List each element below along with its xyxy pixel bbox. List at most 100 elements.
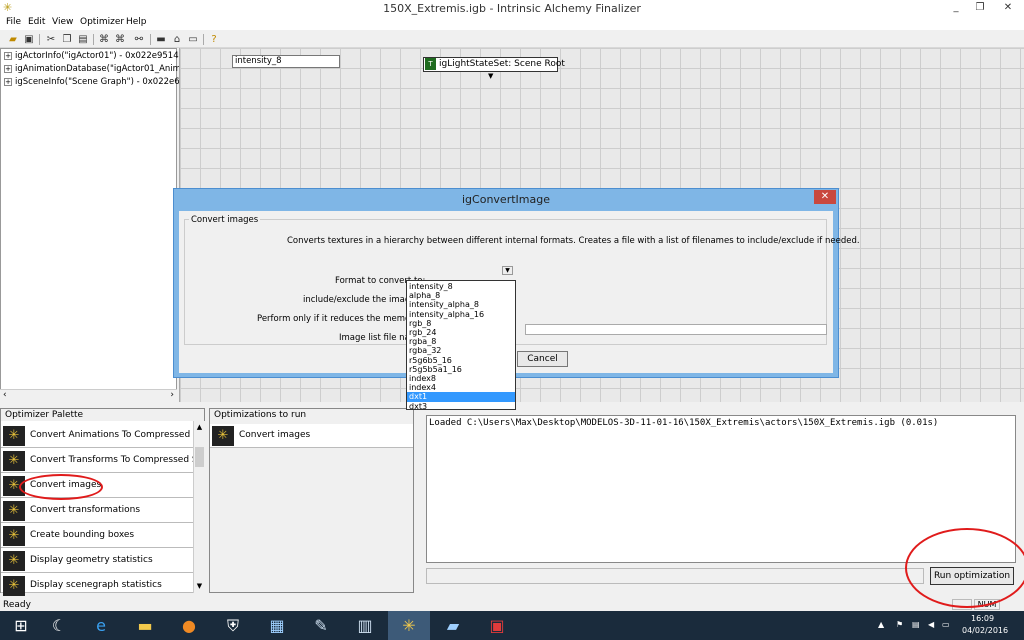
tree-item[interactable]: + igActorInfo("igActor01") - 0x022e9514 <box>4 51 179 63</box>
expand-icon[interactable]: + <box>4 51 12 60</box>
batman-app-icon[interactable]: ☾ <box>38 611 80 640</box>
palette-item-label: Create bounding boxes <box>30 530 135 540</box>
open-icon[interactable]: ▰ <box>6 33 20 46</box>
close-button[interactable]: ✕ <box>996 0 1020 16</box>
scrollbar-thumb[interactable] <box>195 447 204 467</box>
format-option[interactable]: index8 <box>407 374 515 383</box>
menu-edit[interactable]: Edit <box>28 17 45 27</box>
format-option[interactable]: intensity_alpha_8 <box>407 300 515 309</box>
format-option[interactable]: rgb_24 <box>407 328 515 337</box>
palette-scrollbar[interactable]: ▲ ▼ <box>193 421 205 593</box>
minimize-button[interactable]: _ <box>944 0 968 16</box>
palette-item[interactable]: ✳ Convert Animations To Compressed Sequer <box>1 424 193 448</box>
tree-item[interactable]: + igAnimationDatabase("igActor01_Animati <box>4 64 192 76</box>
save-icon[interactable]: ▣ <box>22 33 36 46</box>
menu-file[interactable]: File <box>6 17 21 27</box>
hierarchy-icon[interactable]: ⚯ <box>132 33 146 46</box>
optimizer-icon: ✳ <box>3 551 25 571</box>
palette-item[interactable]: ✳ Create bounding boxes <box>1 524 193 548</box>
restore-button[interactable]: ❐ <box>968 0 992 16</box>
optimizer-icon: ✳ <box>212 426 234 446</box>
format-option[interactable]: intensity_8 <box>407 282 515 291</box>
menu-view[interactable]: View <box>52 17 73 27</box>
format-option-selected[interactable]: dxt1 <box>407 392 515 402</box>
alchemy-finalizer-icon[interactable]: ✳ <box>388 611 430 640</box>
scroll-right-icon[interactable]: › <box>170 390 174 400</box>
tray-expand-icon[interactable]: ▲ <box>878 620 884 629</box>
palette-item-label: Convert transformations <box>30 505 141 515</box>
clock-date[interactable]: 04/02/2016 <box>962 626 1008 635</box>
cut-icon[interactable]: ✂ <box>44 33 58 46</box>
optimizations-to-run: Optimizations to run ✳ Convert images <box>209 408 414 593</box>
menu-help[interactable]: Help <box>126 17 147 27</box>
palette-item-label: Convert Transforms To Compressed Sequer <box>30 455 193 465</box>
format-option[interactable]: alpha_8 <box>407 291 515 300</box>
scene-root-node[interactable]: igLightStateSet: Scene Root <box>423 57 565 72</box>
flag-icon[interactable]: ⚑ <box>896 620 903 629</box>
dropdown-arrow-icon[interactable]: ▼ <box>502 266 513 275</box>
status-bar: Ready NUM <box>0 598 1024 611</box>
scene-tree[interactable]: + igActorInfo("igActor01") - 0x022e9514 +… <box>0 48 196 402</box>
notes-app-icon[interactable]: ▰ <box>432 611 474 640</box>
format-select[interactable]: intensity_8 <box>232 55 340 68</box>
calculator-icon[interactable]: ▥ <box>344 611 386 640</box>
start-button-icon[interactable]: ⊞ <box>0 611 42 640</box>
tree-expand-icon[interactable]: ⌘ <box>97 33 111 46</box>
optimizer-icon: ✳ <box>3 526 25 546</box>
palette-item[interactable]: ✳ Display geometry statistics <box>1 549 193 573</box>
menu-bar: File Edit View Optimizer Help <box>0 16 1024 30</box>
window-title: 150X_Extremis.igb - Intrinsic Alchemy Fi… <box>383 2 641 15</box>
clock-time[interactable]: 16:09 <box>971 614 994 623</box>
palette-item[interactable]: ✳ Convert Transforms To Compressed Sequer <box>1 449 193 473</box>
network-app-icon[interactable]: ▦ <box>256 611 298 640</box>
format-dropdown-list[interactable]: intensity_8 alpha_8 intensity_alpha_8 in… <box>406 280 516 411</box>
paint-app-icon[interactable]: ✎ <box>300 611 342 640</box>
help-icon[interactable]: ? <box>207 33 221 46</box>
dialog-close-button[interactable]: ✕ <box>814 190 836 204</box>
optimization-item[interactable]: ✳ Convert images <box>210 424 413 448</box>
format-option[interactable]: r5g5b5a1_16 <box>407 365 515 374</box>
paste-icon[interactable]: ▤ <box>76 33 90 46</box>
export-icon[interactable]: ▭ <box>186 33 200 46</box>
optimizer-icon: ✳ <box>3 576 25 596</box>
scroll-up-icon[interactable]: ▲ <box>195 423 204 432</box>
format-option[interactable]: rgb_8 <box>407 319 515 328</box>
image-list-filename-input[interactable] <box>525 324 827 335</box>
copy-icon[interactable]: ❐ <box>60 33 74 46</box>
palette-item[interactable]: ✳ Display scenegraph statistics <box>1 574 193 596</box>
format-option[interactable]: index4 <box>407 383 515 392</box>
dialog-title: igConvertImage <box>462 193 550 206</box>
scroll-down-icon[interactable]: ▼ <box>195 582 204 591</box>
firefox-icon[interactable]: ● <box>168 611 210 640</box>
menu-optimizer[interactable]: Optimizer <box>80 17 124 27</box>
format-option[interactable]: r5g6b5_16 <box>407 356 515 365</box>
format-option[interactable]: intensity_alpha_16 <box>407 310 515 319</box>
tree-collapse-icon[interactable]: ⌘ <box>113 33 127 46</box>
print-icon[interactable]: ▬ <box>154 33 168 46</box>
tree-item-label: igAnimationDatabase("igActor01_Animati <box>15 64 192 74</box>
taskbar: ⊞ ☾ e ▬ ● ⛨ ▦ ✎ ▥ ✳ ▰ ▣ <box>0 611 1024 640</box>
keyboard-icon[interactable]: ▭ <box>942 620 950 629</box>
optimizations-header: Optimizations to run <box>210 409 413 421</box>
palette-item[interactable]: ✳ Convert transformations <box>1 499 193 523</box>
tree-item-label: igActorInfo("igActor01") - 0x022e9514 <box>15 51 179 61</box>
file-explorer-icon[interactable]: ▬ <box>124 611 166 640</box>
system-tray: ▲ ⚑ ▤ ◀ ▭ 16:09 04/02/2016 <box>876 611 1024 640</box>
expand-icon[interactable]: + <box>4 77 12 86</box>
expand-icon[interactable]: + <box>4 64 12 73</box>
tree-horizontal-scrollbar[interactable]: ‹ › <box>0 389 177 402</box>
optimizer-icon: ✳ <box>3 501 25 521</box>
tree-item[interactable]: + igSceneInfo("Scene Graph") - 0x022e6154 <box>4 77 196 89</box>
format-option[interactable]: rgba_8 <box>407 337 515 346</box>
scroll-left-icon[interactable]: ‹ <box>3 390 7 400</box>
internet-explorer-icon[interactable]: e <box>80 611 122 640</box>
cancel-button[interactable]: Cancel <box>517 351 568 367</box>
shield-app-icon[interactable]: ⛨ <box>212 611 254 640</box>
format-option[interactable]: dxt3 <box>407 402 515 411</box>
home-icon[interactable]: ⌂ <box>170 33 184 46</box>
network-icon[interactable]: ▤ <box>912 620 920 629</box>
format-option[interactable]: rgba_32 <box>407 346 515 355</box>
marvel-app-icon[interactable]: ▣ <box>476 611 518 640</box>
optimizer-icon: ✳ <box>3 426 25 446</box>
volume-icon[interactable]: ◀ <box>928 620 934 629</box>
